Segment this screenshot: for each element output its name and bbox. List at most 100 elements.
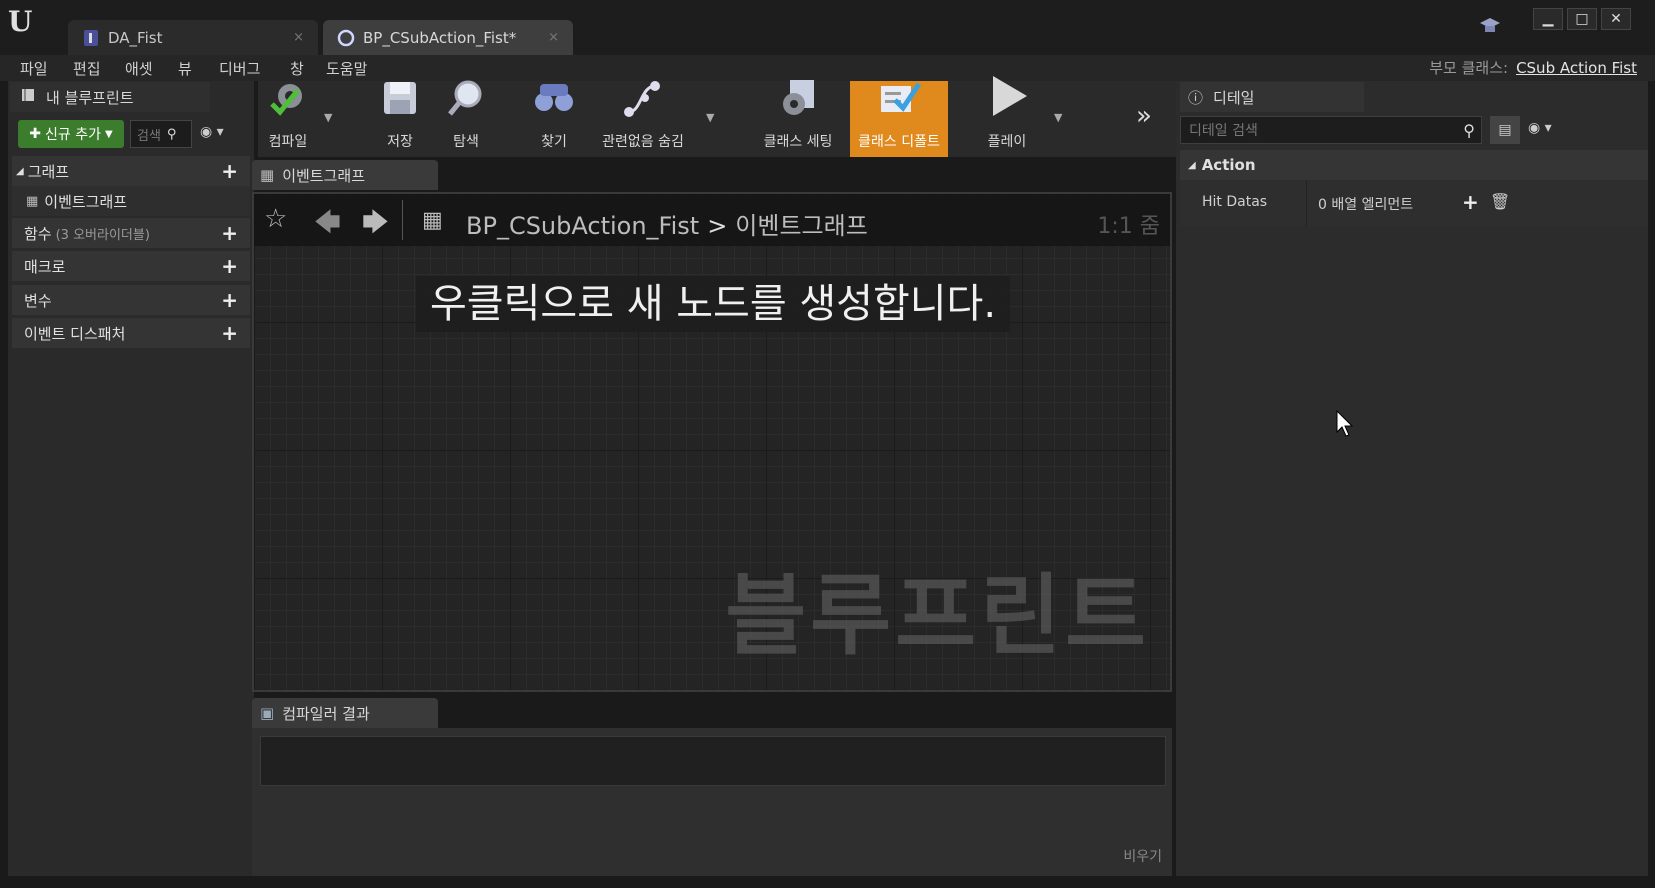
graph-icon: ▦ <box>260 166 275 184</box>
maximize-button[interactable]: □ <box>1567 8 1597 30</box>
category-graphs[interactable]: ◢ 그래프 + <box>12 156 250 186</box>
add-new-button[interactable]: ✚ 신규 추가 ▼ <box>18 120 124 148</box>
category-functions[interactable]: 함수 (3 오버라이더블) + <box>12 218 250 248</box>
close-tab-icon[interactable]: × <box>548 30 559 45</box>
trash-icon[interactable]: 🗑 <box>1490 192 1510 211</box>
parent-class-label: 부모 클래스: <box>1429 59 1509 77</box>
close-tab-icon[interactable]: × <box>293 30 304 45</box>
bookmark-star-icon[interactable]: ☆ <box>264 204 287 234</box>
compile-button[interactable]: 컴파일 <box>258 81 318 157</box>
plus-icon: ✚ <box>29 126 42 142</box>
hide-unrelated-chevron-icon[interactable]: ▼ <box>706 111 714 124</box>
class-defaults-button[interactable]: 클래스 디폴트 <box>850 81 948 157</box>
add-function-button[interactable]: + <box>221 221 238 245</box>
graph-tab-label: 이벤트그래프 <box>282 166 365 185</box>
menu-debug[interactable]: 디버그 <box>219 58 260 79</box>
my-blueprint-toolbar: ✚ 신규 추가 ▼ 검색 ⚲ ◉ ▾ <box>10 116 254 152</box>
more-toolbar-chevrons-icon[interactable]: » <box>1136 101 1152 131</box>
compile-label: 컴파일 <box>268 134 308 150</box>
tab-compiler-results[interactable]: ▣ 컴파일러 결과 <box>252 698 438 728</box>
expand-arrow-icon: ◢ <box>1188 159 1196 171</box>
tab-event-graph[interactable]: ▦ 이벤트그래프 <box>252 160 438 190</box>
menu-edit[interactable]: 편집 <box>73 58 101 79</box>
category-variables[interactable]: 변수 + <box>12 285 250 315</box>
back-arrow-icon[interactable]: 🡄 <box>314 204 341 248</box>
tab-label: DA_Fist <box>108 28 163 47</box>
mouse-cursor-icon <box>1336 409 1356 445</box>
forward-arrow-icon[interactable]: 🡆 <box>362 204 389 248</box>
my-blueprint-tab[interactable]: 내 블루프린트 <box>10 82 210 112</box>
info-icon: ⓘ <box>1188 88 1204 107</box>
category-label: 매크로 <box>24 257 66 276</box>
compile-options-chevron-icon[interactable]: ▼ <box>324 111 332 124</box>
breadcrumb: BP_CSubAction_Fist > 이벤트그래프 <box>466 206 868 241</box>
save-floppy-icon <box>380 78 420 127</box>
details-tab-label: 디테일 <box>1213 88 1255 107</box>
category-macros[interactable]: 매크로 + <box>12 251 250 281</box>
class-settings-button[interactable]: 클래스 세팅 <box>758 78 838 157</box>
category-label: 변수 <box>24 291 52 310</box>
details-search-input[interactable]: 디테일 검색 ⚲ <box>1180 116 1482 144</box>
divider <box>402 200 403 240</box>
my-blueprint-search-input[interactable]: 검색 ⚲ <box>130 120 192 148</box>
data-asset-icon <box>82 29 100 47</box>
add-event-dispatcher-button[interactable]: + <box>221 321 238 345</box>
property-matrix-icon[interactable]: ▤ <box>1490 116 1520 144</box>
binoculars-icon <box>532 78 576 127</box>
add-graph-button[interactable]: + <box>221 159 238 183</box>
empty-graph-hint: 우클릭으로 새 노드를 생성합니다. <box>416 276 1011 332</box>
menu-window[interactable]: 창 <box>290 58 304 79</box>
breadcrumb-separator: > <box>707 212 728 240</box>
menu-asset[interactable]: 애셋 <box>125 58 153 79</box>
tab-label: BP_CSubAction_Fist* <box>363 28 517 47</box>
add-element-button[interactable]: + <box>1462 190 1479 214</box>
menu-file[interactable]: 파일 <box>20 58 48 79</box>
menu-view[interactable]: 뷰 <box>178 58 192 79</box>
unreal-logo-icon[interactable]: U <box>8 6 40 38</box>
search-placeholder: 디테일 검색 <box>1189 123 1258 139</box>
save-button[interactable]: 저장 <box>370 81 430 157</box>
category-event-dispatchers[interactable]: 이벤트 디스패처 + <box>12 318 250 348</box>
add-macro-button[interactable]: + <box>221 254 238 278</box>
menu-help[interactable]: 도움말 <box>326 58 367 79</box>
add-variable-button[interactable]: + <box>221 288 238 312</box>
compiler-results-icon: ▣ <box>260 704 275 722</box>
list-item-event-graph[interactable]: ▦ 이벤트그래프 <box>12 186 250 216</box>
breadcrumb-root[interactable]: BP_CSubAction_Fist <box>466 212 699 240</box>
play-label: 플레이 <box>987 134 1027 150</box>
minimize-button[interactable]: ▁ <box>1533 8 1563 30</box>
hide-unrelated-nodes-icon <box>621 78 665 127</box>
class-settings-gear-icon <box>776 78 820 127</box>
class-defaults-label: 클래스 디폴트 <box>858 134 940 150</box>
find-button[interactable]: 찾기 <box>524 81 584 157</box>
category-label: Action <box>1201 156 1256 174</box>
magnifier-icon <box>446 78 486 127</box>
graph-icon: ▦ <box>422 208 443 233</box>
view-options-eye-icon[interactable]: ◉ ▾ <box>200 124 224 140</box>
tab-bp-csubaction-fist[interactable]: BP_CSubAction_Fist* × <box>323 20 573 55</box>
play-icon <box>985 74 1029 127</box>
play-options-chevron-icon[interactable]: ▼ <box>1054 111 1062 124</box>
parent-class: 부모 클래스: CSub Action Fist <box>1429 57 1637 78</box>
tab-da-fist[interactable]: DA_Fist × <box>68 20 318 55</box>
compiler-output-area[interactable] <box>260 736 1166 786</box>
hide-unrelated-button[interactable]: 관련없음 숨김 <box>594 81 692 157</box>
close-window-button[interactable]: ✕ <box>1601 8 1631 30</box>
compiler-tab-label: 컴파일러 결과 <box>282 704 370 723</box>
parent-class-link[interactable]: CSub Action Fist <box>1516 59 1637 77</box>
graph-canvas[interactable]: ☆ 🡄 🡆 ▦ BP_CSubAction_Fist > 이벤트그래프 1:1 줌 … <box>252 192 1172 692</box>
category-action[interactable]: ◢ Action <box>1180 150 1648 180</box>
browse-label: 탐색 <box>453 134 479 150</box>
category-label: 함수 <box>24 224 52 243</box>
tab-details[interactable]: ⓘ 디테일 <box>1180 82 1364 112</box>
menu-bar: 파일 편집 애셋 뷰 디버그 창 도움말 부모 클래스: CSub Action … <box>0 55 1655 81</box>
learn-hat-icon[interactable] <box>1478 16 1504 38</box>
class-defaults-checklist-icon <box>877 78 922 127</box>
view-options-eye-icon[interactable]: ◉ ▾ <box>1528 120 1552 136</box>
divider <box>1306 180 1307 226</box>
graph-breadcrumb-bar: ☆ 🡄 🡆 ▦ BP_CSubAction_Fist > 이벤트그래프 1:1 줌 <box>254 194 1170 246</box>
clear-button[interactable]: 비우기 <box>1123 846 1162 866</box>
browse-button[interactable]: 탐색 <box>436 78 496 157</box>
play-button[interactable]: 플레이 <box>974 76 1040 157</box>
property-value: 0 배열 엘리먼트 <box>1318 197 1414 213</box>
